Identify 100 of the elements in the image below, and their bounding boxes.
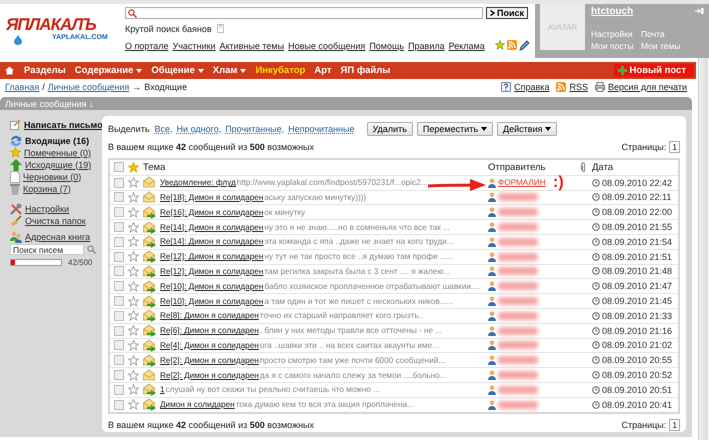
- pages-label: Страницы:: [622, 420, 666, 430]
- message-preview: ну тут не так просто все ..я думаю там профи ......: [264, 252, 454, 262]
- breadcrumb-arrow: →: [132, 82, 142, 92]
- message-preview: слушай ну вот скажи ты реально считаешь что можно ...: [166, 385, 380, 394]
- select-label: Выделить: [108, 124, 150, 134]
- message-date: 08.09.2010 21:47: [602, 281, 672, 292]
- message-subject-link[interactable]: Re[4]: Димон я солидарен: [160, 340, 259, 350]
- message-date: 08.09.2010 22:42: [602, 178, 672, 188]
- nav-link[interactable]: Правила: [408, 40, 445, 50]
- nav-link[interactable]: Новые сообщения: [288, 40, 366, 50]
- message-subject-link[interactable]: Re[14]: Димон я солидарен: [160, 237, 264, 246]
- message-subject-link[interactable]: Re[2]: Димон я солидарен: [160, 356, 259, 365]
- message-preview: точно их старший направляет кого грызть..: [260, 311, 424, 320]
- message-date: 08.09.2010 20:41: [602, 400, 672, 410]
- toolbar-button[interactable]: Удалить: [366, 122, 413, 136]
- sidebar-link[interactable]: Очистка папок: [25, 216, 86, 226]
- message-preview: да я с самого начало слежу за темои ....больно...: [260, 370, 447, 380]
- mailbox-summary: В вашем ящике 42 сообщений из 500 возможных: [108, 420, 314, 430]
- menu-item[interactable]: ЯП файлы: [340, 65, 390, 76]
- message-preview: а там один и тот же пишет с нескольких ников......: [264, 296, 454, 306]
- message-date: 08.09.2010 21:48: [602, 266, 672, 276]
- menu-item[interactable]: Инкубатор: [255, 65, 306, 76]
- nav-link[interactable]: Активные темы: [219, 40, 284, 50]
- message-date: 08.09.2010 21:55: [602, 222, 672, 232]
- message-preview: эта команда с япа ..даже не знает на кого труди...: [264, 237, 454, 246]
- message-date: 08.09.2010 21:45: [602, 296, 672, 306]
- search-button[interactable]: Поиск: [486, 7, 528, 19]
- message-subject-link[interactable]: Re[12]: Димон я солидарен: [160, 266, 264, 276]
- tool-link[interactable]: RSS: [569, 82, 588, 92]
- quota-reading: 42/500: [68, 258, 92, 267]
- menu-item[interactable]: Разделы: [24, 65, 66, 76]
- breadcrumb-separator: /: [42, 82, 45, 92]
- message-subject-link[interactable]: Re[8]: Димон я солидарен: [160, 311, 259, 320]
- message-date: 08.09.2010 20:52: [602, 370, 672, 380]
- message-preview: http://www.yaplakal.com/findpost/5970231/f...opic2...: [236, 178, 428, 188]
- tool-link[interactable]: Версия для печати: [608, 82, 687, 92]
- column-header: Отправитель: [488, 162, 546, 173]
- folder-link[interactable]: Черновики (0): [23, 172, 82, 182]
- tool-link[interactable]: Справка: [514, 82, 550, 92]
- message-preview: там регилка закрыта была с 3 сент .... я жалею...: [264, 266, 450, 276]
- pages-label: Страницы:: [622, 142, 666, 152]
- breadcrumb-link[interactable]: Личные сообщения: [48, 82, 130, 92]
- menu-item[interactable]: Содержание: [74, 65, 142, 76]
- address-book-link[interactable]: Адресная книга: [25, 232, 90, 242]
- message-date: 08.09.2010 21:02: [602, 340, 672, 350]
- message-subject-link[interactable]: Уведомление: флуд: [160, 178, 236, 188]
- message-preview: просто смотрю там уже почти 6000 сообщений...: [260, 356, 446, 365]
- breadcrumb-link[interactable]: Главная: [5, 82, 40, 92]
- message-subject-link[interactable]: Re[6]: Димон я солидарен: [160, 326, 259, 336]
- message-date: 08.09.2010 21:51: [602, 252, 672, 262]
- message-subject-link[interactable]: Димон я солидарен: [160, 400, 235, 410]
- menu-item[interactable]: Хлам: [212, 65, 246, 76]
- menu-item[interactable]: Арт: [314, 65, 332, 76]
- nav-link[interactable]: Участники: [172, 40, 216, 50]
- message-preview: бабло хозяиское проплаченное отрабатывают шавкии....: [264, 282, 480, 291]
- folder-link[interactable]: Исходящие (19): [25, 160, 92, 170]
- page-number[interactable]: 1: [669, 418, 680, 431]
- message-preview: тока думаю кем то вся эта акция проплачена...: [236, 400, 414, 410]
- message-preview: ога ..шавки эти .. на всех саитах акаунты име...: [260, 340, 439, 350]
- column-header: Дата: [592, 162, 614, 173]
- message-date: 08.09.2010 20:55: [602, 355, 672, 366]
- message-date: 08.09.2010 21:16: [602, 326, 672, 336]
- select-link[interactable]: Ни одного,: [176, 124, 222, 134]
- mail-search-field[interactable]: Поиск писем: [10, 244, 84, 255]
- select-link[interactable]: Непрочитанные: [288, 124, 355, 134]
- select-link[interactable]: Прочитанные,: [225, 124, 284, 134]
- select-link[interactable]: Все,: [154, 124, 173, 134]
- message-preview: . блин у них методы травли все отточены - не ...: [260, 326, 442, 336]
- message-subject-link[interactable]: Re[12]: Димон я солидарен: [160, 252, 264, 262]
- nav-link[interactable]: О портале: [125, 40, 168, 50]
- message-preview: аську запускаю минутку)))): [264, 192, 366, 202]
- folder-link[interactable]: Корзина (7): [23, 184, 71, 194]
- new-post-button[interactable]: Новый пост: [614, 64, 694, 77]
- sender-link[interactable]: ФОРМАЛИН: [498, 178, 546, 188]
- breadcrumb-current: Входящие: [144, 82, 187, 92]
- toolbar-button[interactable]: Переместить: [416, 122, 494, 136]
- menu-item[interactable]: Общение: [151, 65, 204, 76]
- column-header: Тема: [143, 162, 166, 173]
- message-subject-link[interactable]: 1: [160, 385, 165, 394]
- message-subject-link[interactable]: Re[14]: Димон я солидарен: [160, 222, 264, 232]
- message-preview: ок минутку: [264, 208, 306, 217]
- folder-link[interactable]: Входящие (16): [25, 136, 90, 146]
- message-subject-link[interactable]: Re[18]: Димон я солидарен: [160, 192, 264, 202]
- message-subject-link[interactable]: Re[16]: Димон я солидарен: [160, 208, 264, 217]
- message-date: 08.09.2010 22:11: [602, 192, 672, 202]
- compose-link[interactable]: Написать письмо: [24, 120, 103, 130]
- nav-link[interactable]: Реклама: [448, 40, 485, 50]
- mailbox-summary: В вашем ящике 42 сообщений из 500 возможных: [108, 142, 314, 152]
- sidebar-link[interactable]: Настройки: [25, 204, 70, 214]
- page-number[interactable]: 1: [669, 141, 680, 153]
- message-date: 08.09.2010 22:00: [602, 207, 672, 218]
- message-date: 08.09.2010 21:54: [602, 236, 672, 247]
- message-subject-link[interactable]: Re[10]: Димон я солидарен: [160, 282, 264, 291]
- message-date: 08.09.2010 20:51: [602, 384, 672, 395]
- message-subject-link[interactable]: Re[2]: Димон я солидарен: [160, 370, 259, 380]
- toolbar-button[interactable]: Действия: [497, 122, 558, 136]
- nav-link[interactable]: Помощь: [369, 40, 404, 50]
- message-subject-link[interactable]: Re[10]: Димон я солидарен: [160, 296, 264, 306]
- folder-link[interactable]: Помеченные (0): [24, 148, 91, 158]
- message-preview: ну это я не знаю.....но в сомненьях что все так ...: [264, 222, 450, 232]
